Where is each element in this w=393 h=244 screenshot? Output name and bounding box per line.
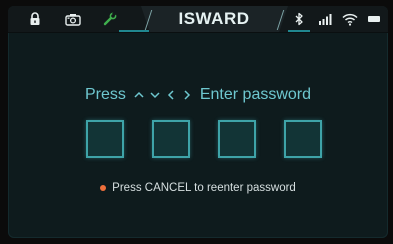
pin-digit-1[interactable] bbox=[86, 120, 124, 158]
wrench-icon bbox=[103, 12, 117, 26]
pin-digit-3[interactable] bbox=[218, 120, 256, 158]
cancel-hint: Press CANCEL to reenter password bbox=[8, 182, 388, 194]
arrow-right-icon bbox=[184, 90, 190, 100]
navigation-arrows bbox=[134, 90, 192, 100]
signal-icon bbox=[317, 12, 333, 26]
hint-bullet-icon bbox=[100, 185, 107, 191]
camera-icon bbox=[65, 12, 81, 26]
arrow-left-icon bbox=[167, 90, 174, 100]
password-prompt: Press Enter password bbox=[8, 86, 388, 104]
pin-digit-2[interactable] bbox=[152, 120, 190, 158]
lock-icon bbox=[28, 12, 42, 26]
pin-digit-4[interactable] bbox=[284, 120, 322, 158]
app-title: ISWARD bbox=[178, 9, 250, 28]
title-glow-right bbox=[288, 30, 310, 32]
bluetooth-icon bbox=[293, 12, 305, 26]
arrow-down-icon bbox=[150, 92, 160, 99]
arrow-up-icon bbox=[134, 91, 144, 98]
battery-icon bbox=[367, 12, 381, 26]
prompt-action-label: Enter password bbox=[199, 86, 312, 103]
lock-screen: ISWARD Press Enter password Press CANCEL… bbox=[8, 6, 388, 238]
cancel-hint-text: Press CANCEL to reenter password bbox=[112, 182, 296, 194]
prompt-press-label: Press bbox=[84, 86, 126, 103]
title-glow-left bbox=[119, 30, 149, 32]
wifi-icon bbox=[342, 12, 358, 26]
pin-entry bbox=[86, 120, 322, 158]
status-bar: ISWARD bbox=[8, 6, 388, 33]
